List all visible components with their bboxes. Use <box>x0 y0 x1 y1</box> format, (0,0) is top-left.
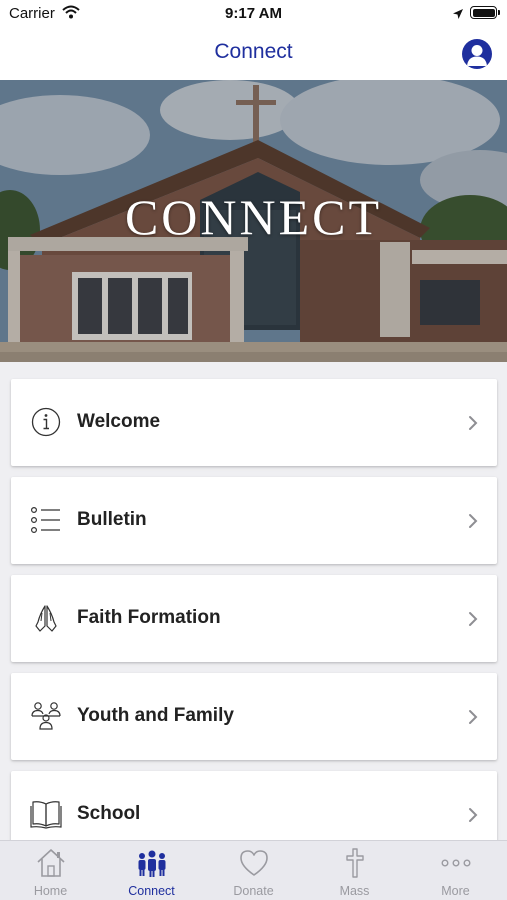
chevron-right-icon <box>467 709 479 730</box>
tab-label: Connect <box>128 884 175 898</box>
heart-icon <box>238 848 270 883</box>
menu-item-label: School <box>77 803 141 824</box>
tab-donate[interactable]: Donate <box>203 841 304 900</box>
location-arrow-icon <box>452 7 464 25</box>
chevron-right-icon <box>467 415 479 436</box>
navigation-bar: Connect <box>0 28 507 80</box>
battery-icon <box>470 6 500 19</box>
open-book-icon <box>30 798 62 830</box>
menu-item-youth-and-family[interactable]: Youth and Family <box>11 673 497 760</box>
clock-time: 9:17 AM <box>225 5 282 22</box>
tab-label: More <box>441 884 470 898</box>
home-icon <box>35 848 67 883</box>
menu-item-faith-formation[interactable]: Faith Formation <box>11 575 497 662</box>
menu-item-label: Faith Formation <box>77 607 221 628</box>
person-circle-icon <box>467 45 487 66</box>
menu-list: Welcome Bulletin Faith Formation Youth a… <box>0 362 507 840</box>
tab-label: Donate <box>233 884 274 898</box>
chevron-right-icon <box>467 807 479 828</box>
menu-item-bulletin[interactable]: Bulletin <box>11 477 497 564</box>
tab-label: Mass <box>339 884 370 898</box>
menu-item-label: Youth and Family <box>77 705 234 726</box>
tab-mass[interactable]: Mass <box>304 841 405 900</box>
tab-more[interactable]: More <box>405 841 506 900</box>
tab-label: Home <box>33 884 68 898</box>
tab-connect[interactable]: Connect <box>101 841 202 900</box>
status-bar: Carrier 9:17 AM <box>0 0 507 28</box>
people-icon <box>136 848 168 883</box>
family-group-icon <box>30 700 62 732</box>
hero-title: CONNECT <box>124 189 383 245</box>
chevron-right-icon <box>467 513 479 534</box>
chevron-right-icon <box>467 611 479 632</box>
tab-bar: Home Connect Donate Mass More <box>0 840 507 900</box>
menu-item-school[interactable]: School <box>11 771 497 840</box>
page-title: Connect <box>214 40 293 63</box>
tab-home[interactable]: Home <box>0 841 101 900</box>
more-dots-icon <box>440 848 472 883</box>
info-circle-icon <box>30 406 62 438</box>
praying-hands-icon <box>30 602 62 634</box>
menu-item-label: Welcome <box>77 411 161 432</box>
hero-banner: CONNECT <box>0 80 507 362</box>
menu-item-welcome[interactable]: Welcome <box>11 379 497 466</box>
bullet-list-icon <box>30 504 62 536</box>
profile-button[interactable] <box>462 39 492 69</box>
cross-icon <box>339 848 371 883</box>
menu-item-label: Bulletin <box>77 509 147 530</box>
